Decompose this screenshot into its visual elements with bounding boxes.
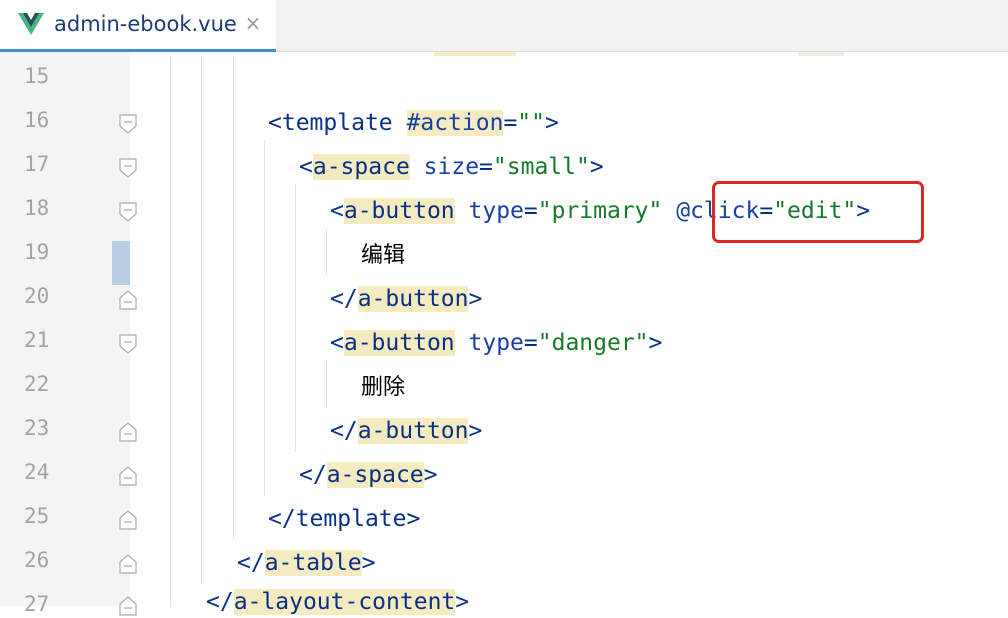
code-line-25: </template> (268, 503, 420, 535)
indent-guide (326, 228, 327, 276)
line-number: 18 (24, 196, 50, 220)
tag-bracket: < (299, 154, 313, 180)
tag-bracket: < (330, 198, 344, 224)
tag-name: a-button (357, 286, 469, 312)
tag-bracket: </ (299, 462, 327, 488)
tag-bracket: < (330, 330, 344, 356)
attribute-value: "danger" (537, 330, 649, 356)
attribute-name: type (468, 330, 524, 356)
tag-bracket: </ (237, 550, 265, 576)
code-line-17: <a-space size="small"> (299, 151, 604, 183)
line-number: 20 (24, 284, 50, 308)
editor-tab-bar: admin-ebook.vue × (0, 0, 1008, 52)
indent-guide (233, 56, 234, 540)
tag-name: template (295, 506, 407, 532)
close-icon[interactable]: × (243, 13, 263, 33)
annotation-callout-box (712, 181, 924, 243)
attribute-value: "small" (492, 154, 590, 180)
tag-bracket: > (468, 286, 483, 312)
code-line-19: 编辑 (361, 239, 405, 271)
tag-bracket: </ (330, 286, 358, 312)
indent-guide (170, 56, 171, 606)
code-line-24: </a-space> (299, 459, 438, 491)
indent-guide (264, 140, 265, 496)
line-number: 21 (24, 328, 50, 352)
tag-bracket: </ (268, 506, 296, 532)
tag-name: a-space (326, 462, 424, 488)
code-line-22: 删除 (361, 371, 405, 403)
indent-guide (201, 56, 202, 584)
vue-logo-icon (18, 12, 44, 36)
tag-name: a-button (343, 198, 455, 224)
code-line-21: <a-button type="danger"> (330, 327, 662, 359)
attribute-name: type (468, 198, 524, 224)
equals-sign: = (503, 110, 518, 136)
line-number: 19 (24, 240, 50, 264)
tag-bracket: > (545, 110, 559, 136)
tag-bracket: > (589, 154, 604, 180)
tag-bracket: > (648, 330, 663, 356)
tag-bracket: > (423, 462, 438, 488)
tag-bracket: </ (206, 589, 234, 615)
code-line-27: </a-layout-content> (206, 586, 469, 618)
equals-sign: = (479, 154, 493, 180)
line-number: 26 (24, 548, 50, 572)
line-number: 17 (24, 152, 50, 176)
attribute-name: size (423, 154, 480, 180)
tag-name: a-space (312, 154, 410, 180)
tag-bracket: > (468, 418, 483, 444)
tag-name: a-button (357, 418, 469, 444)
attribute-name: #action (406, 110, 504, 136)
code-line-16: <template #action=""> (268, 107, 559, 139)
tag-name: a-layout-content (233, 589, 456, 615)
tag-bracket: < (268, 110, 282, 136)
tag-bracket: </ (330, 418, 358, 444)
tag-bracket: > (361, 550, 376, 576)
code-line-23: </a-button> (330, 415, 482, 447)
current-line-marker (112, 241, 130, 285)
line-number: 27 (24, 592, 50, 616)
tag-name: a-button (343, 330, 455, 356)
tab-admin-ebook[interactable]: admin-ebook.vue × (0, 0, 276, 52)
code-line-26: </a-table> (237, 547, 376, 579)
button-text: 编辑 (361, 243, 406, 268)
equals-sign: = (523, 330, 538, 356)
attribute-value: "primary" (537, 198, 663, 224)
line-number: 23 (24, 416, 50, 440)
tag-bracket: > (406, 506, 421, 532)
line-number: 24 (24, 460, 50, 484)
line-number: 15 (24, 64, 50, 88)
tag-bracket: > (455, 589, 470, 615)
tag-name: a-table (264, 550, 362, 576)
line-number: 16 (24, 108, 50, 132)
code-line-20: </a-button> (330, 283, 482, 315)
line-number: 25 (24, 504, 50, 528)
button-text: 删除 (361, 375, 406, 400)
equals-sign: = (523, 198, 538, 224)
tab-title: admin-ebook.vue (54, 12, 237, 36)
tag-name: template (281, 110, 393, 136)
line-number-gutter (0, 52, 130, 606)
attribute-value: "" (517, 110, 545, 136)
indent-guide (295, 184, 296, 452)
indent-guide (326, 360, 327, 408)
line-number: 22 (24, 372, 50, 396)
